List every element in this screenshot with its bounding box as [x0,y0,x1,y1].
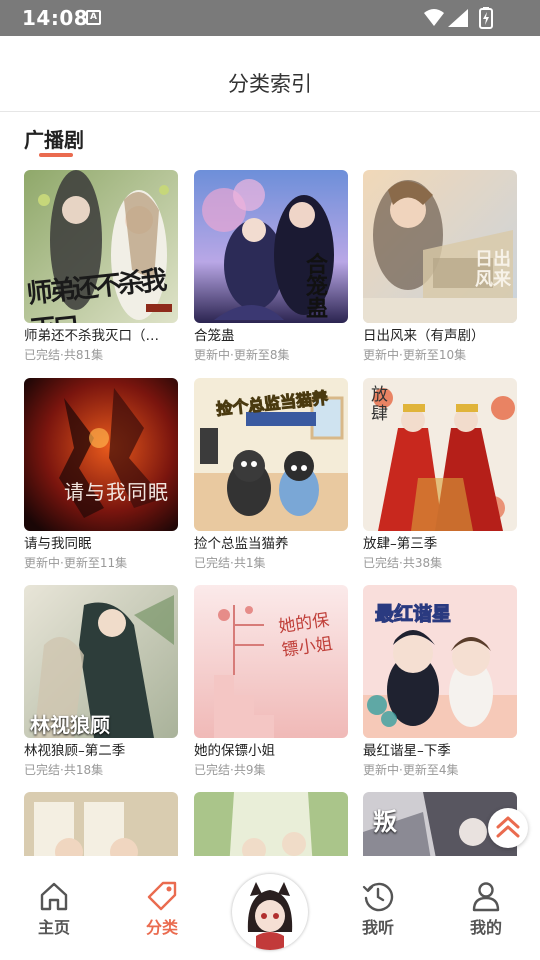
cover-text: 合笼蛊 [306,252,329,322]
clock-icon [362,882,394,912]
card-title: 师弟还不杀我灭口（… [24,328,159,344]
wifi-icon [424,9,444,26]
card-title: 她的保镖小姐 [194,743,275,759]
cover-image[interactable]: 最红谐星 [363,585,517,738]
card-status: 更新中·更新至8集 [194,348,290,362]
card-status: 已完结·共1集 [194,556,266,570]
cover-image[interactable]: 请与我同眠 [24,378,178,531]
battery-icon [479,7,493,29]
cover-image[interactable]: 捡个总监当猫养 [194,378,348,531]
cover-image[interactable] [24,792,178,856]
drama-card[interactable]: 她的保镖小姐 她的保镖小姐 已完结·共9集 [194,585,348,778]
cover-text: 放肆 [371,385,388,424]
card-status: 已完结·共38集 [363,556,443,570]
cover-image[interactable]: 日出风来 [363,170,517,323]
signal-icon [448,9,468,27]
card-status: 已完结·共81集 [24,348,104,362]
avatar-image [234,876,306,950]
cover-text: 她的保镖小姐 [277,610,334,661]
card-status: 更新中·更新至11集 [24,556,128,570]
home-icon [40,882,68,911]
drama-card[interactable]: 最红谐星 最红谐星–下季 更新中·更新至4集 [363,585,517,778]
cover-image[interactable] [194,792,348,856]
card-status: 已完结·共9集 [194,763,266,777]
card-title: 放肆–第三季 [363,536,438,552]
drama-card[interactable]: 请与我同眠 请与我同眠 更新中·更新至11集 [24,378,178,571]
card-status: 更新中·更新至10集 [363,348,467,362]
drama-card[interactable] [24,792,178,856]
drama-card[interactable] [194,792,348,856]
title-bar: 分类索引 [0,36,540,112]
double-chevron-up-icon [496,816,520,838]
person-icon [472,882,500,912]
tab-mine[interactable]: 我的 [446,880,526,938]
tab-category[interactable]: 分类 [122,880,202,938]
drama-card[interactable]: 林视狼顾 林视狼顾–第二季 已完结·共18集 [24,585,178,778]
notification-icon: A [86,10,101,25]
tab-label: 我的 [469,918,502,937]
drama-card[interactable]: 师弟还不杀我灭口 师弟还不杀我灭口（… 已完结·共81集 [24,170,178,363]
section-title: 广播剧 [24,128,84,152]
card-title: 合笼蛊 [194,328,235,344]
cover-image[interactable]: 师弟还不杀我灭口 [24,170,178,323]
drama-card[interactable]: 日出风来 日出风来（有声剧） 更新中·更新至10集 [363,170,517,363]
drama-grid: 师弟还不杀我灭口 师弟还不杀我灭口（… 已完结·共81集 合笼蛊 合笼蛊 更新中… [24,170,524,856]
tab-home[interactable]: 主页 [14,880,94,938]
tag-icon [147,881,177,911]
tab-label: 分类 [145,918,178,937]
cover-text: 请与我同眠 [64,480,169,504]
section-underline [39,153,73,157]
drama-card[interactable]: 放肆 放肆–第三季 已完结·共38集 [363,378,517,571]
card-status: 更新中·更新至4集 [363,763,459,777]
tab-label: 我听 [361,918,394,937]
cover-text: 最红谐星 [374,603,452,626]
tab-label: 主页 [37,918,70,937]
cover-image[interactable]: 放肆 [363,378,517,531]
card-title: 捡个总监当猫养 [194,536,289,552]
cover-image[interactable]: 她的保镖小姐 [194,585,348,738]
card-title: 林视狼顾–第二季 [24,743,126,759]
card-title: 请与我同眠 [24,536,92,552]
cover-text: 叛 [373,807,397,836]
tab-listen[interactable]: 我听 [338,880,418,938]
status-icons [424,7,493,29]
scroll-to-top-button[interactable] [488,808,528,848]
drama-card[interactable]: 合笼蛊 合笼蛊 更新中·更新至8集 [194,170,348,363]
cover-text: 日出风来 [475,249,511,290]
card-status: 已完结·共18集 [24,763,104,777]
card-title: 日出风来（有声剧） [363,328,485,344]
status-time: 14:08 [22,6,89,30]
cover-image[interactable]: 合笼蛊 [194,170,348,323]
drama-card[interactable]: 捡个总监当猫养 捡个总监当猫养 已完结·共1集 [194,378,348,571]
cover-text: 林视狼顾 [30,713,110,737]
card-title: 最红谐星–下季 [363,743,451,759]
cover-image[interactable]: 林视狼顾 [24,585,178,738]
page-title: 分类索引 [228,72,312,96]
now-playing-avatar[interactable] [232,874,308,950]
status-bar: 14:08 A [0,0,540,36]
